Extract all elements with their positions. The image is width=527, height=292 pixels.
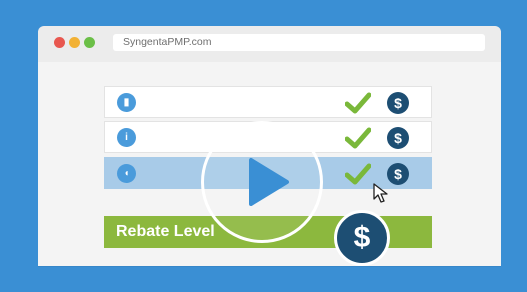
dollar-icon: $ (387, 163, 409, 185)
check-icon (345, 92, 371, 114)
dollar-icon: $ (387, 127, 409, 149)
maximize-dot-icon[interactable] (84, 37, 95, 48)
minimize-dot-icon[interactable] (69, 37, 80, 48)
product-icon: ◖ (117, 164, 136, 183)
browser-titlebar: SyngentaPMP.com (38, 26, 501, 58)
list-item: ▮ $ (104, 86, 432, 118)
rebate-dollar-icon: $ (334, 210, 390, 266)
info-icon: i (117, 128, 136, 147)
pointer-cursor-icon (373, 183, 388, 203)
check-icon (345, 127, 371, 149)
dollar-icon: $ (387, 92, 409, 114)
check-icon (345, 163, 371, 185)
close-dot-icon[interactable] (54, 37, 65, 48)
play-icon (249, 158, 289, 206)
play-button[interactable] (201, 121, 323, 243)
address-bar[interactable]: SyngentaPMP.com (113, 34, 485, 51)
product-icon: ▮ (117, 93, 136, 112)
video-frame: SyngentaPMP.com ▮ $ i $ ◖ $ Rebate Level… (0, 0, 527, 292)
